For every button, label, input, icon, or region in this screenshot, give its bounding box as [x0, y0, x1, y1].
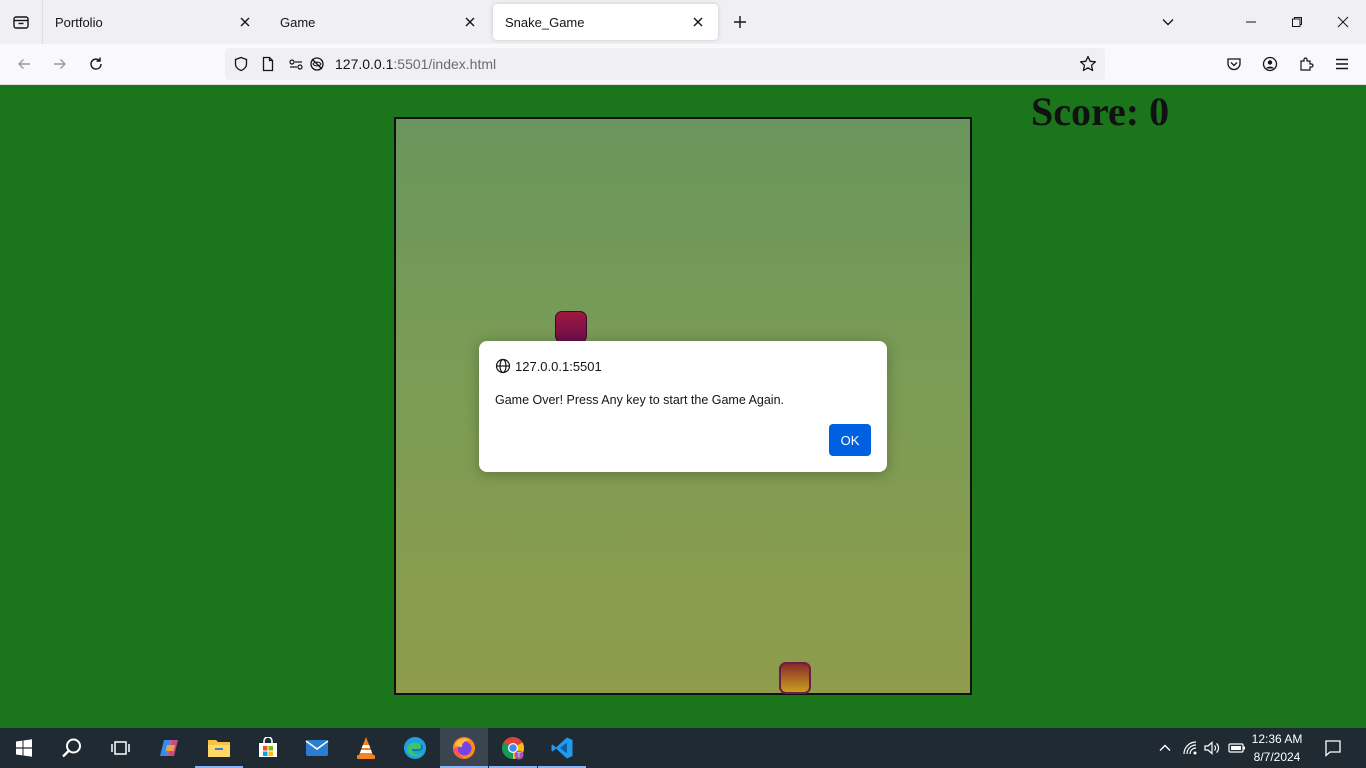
page-icon[interactable] — [259, 55, 277, 73]
tab-title: Portfolio — [55, 14, 103, 30]
minimize-icon — [1246, 21, 1256, 23]
menu-button[interactable] — [1328, 50, 1356, 78]
chrome-icon[interactable]: T — [489, 728, 537, 768]
new-tab-button[interactable] — [726, 8, 754, 36]
food — [779, 662, 811, 694]
back-button[interactable] — [10, 50, 38, 78]
edge-icon[interactable] — [391, 728, 439, 768]
address-bar[interactable]: 127.0.0.1:5501/index.html — [225, 48, 1105, 80]
navigation-toolbar: 127.0.0.1:5501/index.html — [0, 44, 1366, 85]
dialog-message: Game Over! Press Any key to start the Ga… — [495, 393, 785, 407]
start-icon[interactable] — [0, 728, 48, 768]
microsoft-store-icon[interactable] — [244, 728, 292, 768]
battery-icon[interactable] — [1226, 728, 1248, 768]
puzzle-icon — [1300, 57, 1314, 71]
ok-button[interactable]: OK — [829, 424, 871, 456]
extensions-button[interactable] — [1292, 50, 1320, 78]
file-explorer-icon[interactable] — [195, 728, 243, 768]
permissions-icon[interactable] — [287, 55, 305, 73]
dialog-origin: 127.0.0.1:5501 — [495, 357, 602, 375]
tab-portfolio[interactable]: Portfolio — [43, 4, 265, 40]
copilot-icon[interactable] — [146, 728, 194, 768]
pocket-icon — [1227, 58, 1241, 71]
firefox-icon[interactable] — [440, 728, 488, 768]
alert-dialog: 127.0.0.1:5501 Game Over! Press Any key … — [479, 341, 887, 472]
globe-icon — [495, 358, 511, 374]
close-icon[interactable] — [690, 14, 706, 30]
url-host: 127.0.0.1 — [335, 56, 394, 72]
snake-head — [555, 311, 587, 343]
search-icon[interactable] — [48, 728, 96, 768]
restore-button[interactable] — [1274, 0, 1320, 44]
chevron-down-icon — [1162, 19, 1174, 26]
url-path: :5501/index.html — [393, 56, 497, 72]
mail-icon[interactable] — [293, 728, 341, 768]
task-view-icon[interactable] — [96, 728, 144, 768]
tab-title: Game — [280, 14, 316, 30]
close-window-button[interactable] — [1320, 0, 1366, 44]
chevron-up-icon[interactable] — [1154, 728, 1176, 768]
pocket-button[interactable] — [1220, 50, 1248, 78]
vlc-icon[interactable] — [342, 728, 390, 768]
reload-icon — [90, 57, 102, 70]
plus-icon — [734, 16, 746, 28]
dialog-origin-text: 127.0.0.1:5501 — [515, 358, 602, 374]
arrow-left-icon — [18, 59, 30, 69]
minimize-button[interactable] — [1228, 0, 1274, 44]
reload-button[interactable] — [82, 50, 110, 78]
svg-text:T: T — [516, 752, 521, 759]
restore-icon — [1292, 17, 1302, 27]
notifications-icon[interactable] — [1320, 728, 1346, 768]
account-button[interactable] — [1256, 50, 1284, 78]
tab-strip: Portfolio Game Snake_Game — [0, 0, 1366, 44]
url-text[interactable]: 127.0.0.1:5501/index.html — [335, 48, 496, 80]
star-icon[interactable] — [1079, 55, 1097, 73]
tracking-protection-icon[interactable] — [308, 55, 326, 73]
forward-button[interactable] — [46, 50, 74, 78]
tab-list-icon[interactable] — [0, 0, 42, 44]
tab-title: Snake_Game — [505, 14, 585, 30]
wifi-icon[interactable] — [1180, 728, 1200, 768]
taskbar-clock[interactable]: 12:36 AM 8/7/2024 — [1246, 730, 1308, 766]
hamburger-menu-icon — [1336, 58, 1348, 70]
tab-game[interactable]: Game — [268, 4, 490, 40]
shield-icon[interactable] — [232, 55, 250, 73]
volume-icon[interactable] — [1202, 728, 1222, 768]
account-icon — [1262, 56, 1278, 72]
score-display: Score: 0 — [1031, 89, 1170, 134]
close-icon — [1337, 16, 1349, 28]
arrow-right-icon — [54, 59, 66, 69]
list-all-tabs-button[interactable] — [1154, 8, 1182, 36]
tab-snake-game[interactable]: Snake_Game — [493, 4, 718, 40]
clock-date: 8/7/2024 — [1253, 750, 1301, 764]
close-icon[interactable] — [237, 14, 253, 30]
close-icon[interactable] — [462, 14, 478, 30]
taskbar: T 12:36 AM 8/7/2024 — [0, 728, 1366, 768]
vscode-icon[interactable] — [538, 728, 586, 768]
clock-time: 12:36 AM — [1251, 732, 1303, 746]
